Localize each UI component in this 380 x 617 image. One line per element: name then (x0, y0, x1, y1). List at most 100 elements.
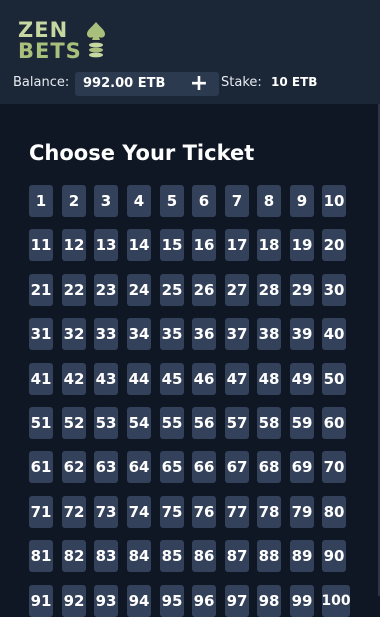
ticket-number-button[interactable]: 46 (192, 363, 216, 395)
ticket-number-button[interactable]: 65 (160, 451, 184, 483)
ticket-number-button[interactable]: 89 (290, 540, 314, 572)
ticket-number-button[interactable]: 45 (160, 363, 184, 395)
ticket-number-button[interactable]: 9 (290, 185, 314, 217)
ticket-number-button[interactable]: 58 (257, 407, 281, 439)
ticket-number-button[interactable]: 68 (257, 451, 281, 483)
ticket-number-button[interactable]: 26 (192, 274, 216, 306)
ticket-number-button[interactable]: 49 (290, 363, 314, 395)
ticket-number-button[interactable]: 59 (290, 407, 314, 439)
ticket-number-button[interactable]: 94 (127, 585, 151, 617)
ticket-number-button[interactable]: 30 (322, 274, 346, 306)
ticket-number-button[interactable]: 27 (225, 274, 249, 306)
ticket-number-button[interactable]: 40 (322, 318, 346, 350)
ticket-number-button[interactable]: 12 (62, 229, 86, 261)
ticket-number-button[interactable]: 47 (225, 363, 249, 395)
ticket-number-button[interactable]: 8 (257, 185, 281, 217)
ticket-number-button[interactable]: 23 (94, 274, 118, 306)
ticket-number-button[interactable]: 73 (94, 496, 118, 528)
ticket-number-button[interactable]: 10 (322, 185, 346, 217)
ticket-number-button[interactable]: 83 (94, 540, 118, 572)
ticket-number-button[interactable]: 20 (322, 229, 346, 261)
ticket-number-button[interactable]: 1 (29, 185, 53, 217)
ticket-number-button[interactable]: 53 (94, 407, 118, 439)
ticket-number-button[interactable]: 52 (62, 407, 86, 439)
ticket-number-button[interactable]: 39 (290, 318, 314, 350)
ticket-number-button[interactable]: 80 (322, 496, 346, 528)
ticket-number-button[interactable]: 18 (257, 229, 281, 261)
ticket-number-button[interactable]: 72 (62, 496, 86, 528)
ticket-number-button[interactable]: 87 (225, 540, 249, 572)
ticket-number-button[interactable]: 3 (94, 185, 118, 217)
ticket-number-button[interactable]: 28 (257, 274, 281, 306)
ticket-number-button[interactable]: 22 (62, 274, 86, 306)
ticket-number-button[interactable]: 48 (257, 363, 281, 395)
ticket-number-button[interactable]: 4 (127, 185, 151, 217)
ticket-number-button[interactable]: 76 (192, 496, 216, 528)
ticket-number-button[interactable]: 79 (290, 496, 314, 528)
ticket-number-button[interactable]: 97 (225, 585, 249, 617)
ticket-number-button[interactable]: 50 (322, 363, 346, 395)
ticket-number-button[interactable]: 29 (290, 274, 314, 306)
ticket-number-button[interactable]: 24 (127, 274, 151, 306)
ticket-number-button[interactable]: 42 (62, 363, 86, 395)
ticket-number-button[interactable]: 98 (257, 585, 281, 617)
ticket-number-button[interactable]: 96 (192, 585, 216, 617)
ticket-number-button[interactable]: 31 (29, 318, 53, 350)
ticket-number-button[interactable]: 25 (160, 274, 184, 306)
ticket-number-button[interactable]: 38 (257, 318, 281, 350)
ticket-number-button[interactable]: 55 (160, 407, 184, 439)
ticket-number-button[interactable]: 5 (160, 185, 184, 217)
ticket-number-button[interactable]: 88 (257, 540, 281, 572)
ticket-number-button[interactable]: 86 (192, 540, 216, 572)
ticket-number-button[interactable]: 77 (225, 496, 249, 528)
ticket-number-button[interactable]: 7 (225, 185, 249, 217)
ticket-number-button[interactable]: 36 (192, 318, 216, 350)
ticket-number-button[interactable]: 60 (322, 407, 346, 439)
ticket-number-button[interactable]: 67 (225, 451, 249, 483)
ticket-number-button[interactable]: 44 (127, 363, 151, 395)
ticket-number-button[interactable]: 13 (94, 229, 118, 261)
ticket-number-button[interactable]: 41 (29, 363, 53, 395)
ticket-number-button[interactable]: 70 (322, 451, 346, 483)
ticket-number-button[interactable]: 6 (192, 185, 216, 217)
ticket-number-button[interactable]: 95 (160, 585, 184, 617)
ticket-number-button[interactable]: 92 (62, 585, 86, 617)
ticket-number-button[interactable]: 33 (94, 318, 118, 350)
ticket-number-button[interactable]: 75 (160, 496, 184, 528)
ticket-number-button[interactable]: 78 (257, 496, 281, 528)
ticket-number-button[interactable]: 99 (290, 585, 314, 617)
ticket-number-button[interactable]: 93 (94, 585, 118, 617)
ticket-number-button[interactable]: 82 (62, 540, 86, 572)
ticket-number-button[interactable]: 51 (29, 407, 53, 439)
ticket-number-button[interactable]: 63 (94, 451, 118, 483)
ticket-number-button[interactable]: 16 (192, 229, 216, 261)
ticket-number-button[interactable]: 61 (29, 451, 53, 483)
ticket-number-button[interactable]: 32 (62, 318, 86, 350)
ticket-number-button[interactable]: 74 (127, 496, 151, 528)
ticket-number-button[interactable]: 54 (127, 407, 151, 439)
ticket-number-button[interactable]: 71 (29, 496, 53, 528)
ticket-number-button[interactable]: 64 (127, 451, 151, 483)
ticket-number-button[interactable]: 69 (290, 451, 314, 483)
ticket-number-button[interactable]: 21 (29, 274, 53, 306)
ticket-number-button[interactable]: 15 (160, 229, 184, 261)
ticket-number-button[interactable]: 14 (127, 229, 151, 261)
ticket-number-button[interactable]: 17 (225, 229, 249, 261)
ticket-number-button[interactable]: 100 (321, 585, 351, 617)
ticket-number-button[interactable]: 85 (160, 540, 184, 572)
ticket-number-button[interactable]: 81 (29, 540, 53, 572)
ticket-number-button[interactable]: 57 (225, 407, 249, 439)
ticket-number-button[interactable]: 34 (127, 318, 151, 350)
ticket-number-button[interactable]: 62 (62, 451, 86, 483)
ticket-number-button[interactable]: 91 (29, 585, 53, 617)
ticket-number-button[interactable]: 66 (192, 451, 216, 483)
ticket-number-button[interactable]: 19 (290, 229, 314, 261)
ticket-number-button[interactable]: 43 (94, 363, 118, 395)
ticket-number-button[interactable]: 2 (62, 185, 86, 217)
ticket-number-button[interactable]: 90 (322, 540, 346, 572)
ticket-number-button[interactable]: 35 (160, 318, 184, 350)
ticket-number-button[interactable]: 84 (127, 540, 151, 572)
ticket-number-button[interactable]: 11 (29, 229, 53, 261)
ticket-number-button[interactable]: 56 (192, 407, 216, 439)
ticket-number-button[interactable]: 37 (225, 318, 249, 350)
